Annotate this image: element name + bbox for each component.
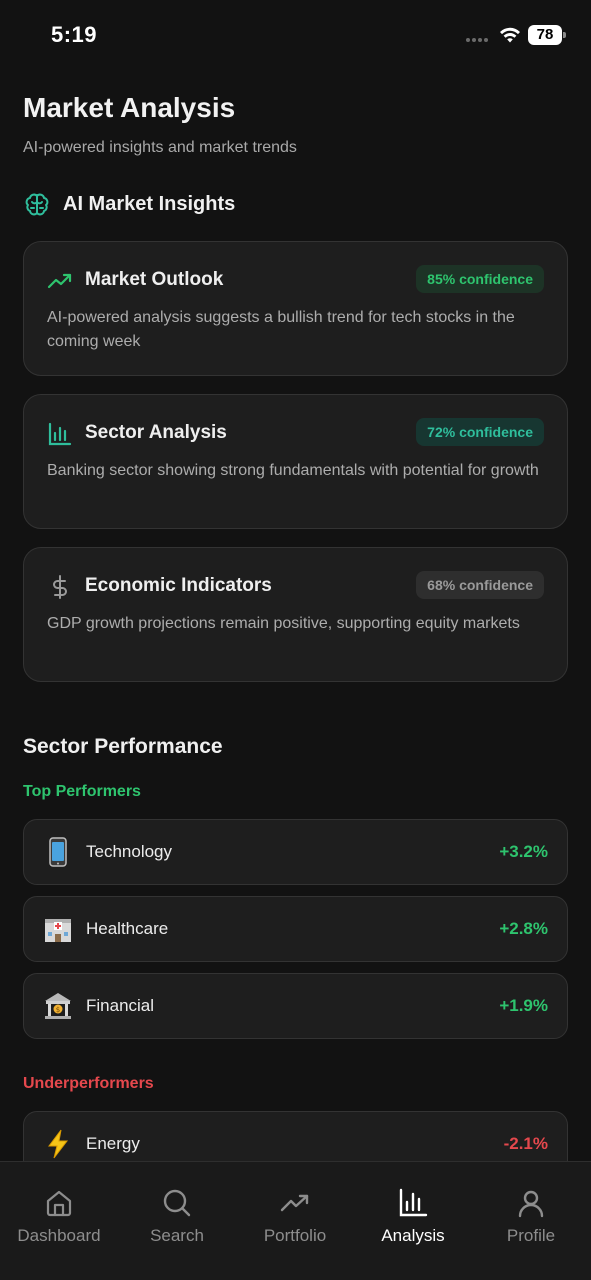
status-time: 5:19 [51, 22, 98, 47]
confidence-badge: 85% confidence [416, 265, 544, 293]
ai-insights-title: AI Market Insights [63, 192, 236, 215]
sector-row-technology[interactable]: Technology +3.2% [23, 819, 568, 885]
sector-name: Technology [86, 842, 173, 861]
sector-change: +2.8% [499, 919, 548, 938]
dollar-icon [53, 575, 67, 599]
search-icon [163, 1189, 191, 1217]
ai-insights-heading: AI Market Insights [23, 190, 235, 218]
bar-chart-icon [399, 1188, 428, 1217]
tab-label: Portfolio [263, 1226, 327, 1245]
brain-icon [25, 193, 49, 216]
insight-title: Economic Indicators [85, 575, 272, 596]
tab-label: Analysis [381, 1226, 445, 1245]
sector-performance-title: Sector Performance [23, 735, 223, 758]
insight-title: Sector Analysis [85, 422, 227, 443]
hospital-icon [45, 919, 71, 942]
trending-up-icon [280, 1194, 309, 1212]
page-title: Market Analysis [23, 92, 236, 123]
confidence-badge: 72% confidence [416, 418, 544, 446]
insight-card-economic-indicators[interactable]: Economic Indicators 68% confidence GDP g… [23, 547, 568, 682]
sector-name: Energy [86, 1134, 140, 1153]
tab-analysis[interactable]: Analysis [354, 1162, 472, 1280]
tab-search[interactable]: Search [118, 1162, 236, 1280]
status-bar: 5:19 78 [0, 0, 591, 72]
sector-row-healthcare[interactable]: Healthcare +2.8% [23, 896, 568, 962]
tab-dashboard[interactable]: Dashboard [0, 1162, 118, 1280]
svg-text:$: $ [56, 1006, 60, 1014]
trending-up-icon [47, 273, 72, 289]
sector-change: +1.9% [499, 996, 548, 1015]
insight-description: GDP growth projections remain positive, … [47, 615, 520, 632]
top-performers-label: Top Performers [23, 783, 141, 800]
sector-name: Financial [86, 996, 155, 1015]
user-icon [518, 1190, 544, 1218]
tab-profile[interactable]: Profile [472, 1162, 590, 1280]
cellular-signal-icon [466, 38, 488, 42]
insight-title: Market Outlook [85, 269, 224, 290]
tab-label: Profile [506, 1226, 556, 1245]
sector-change: +3.2% [499, 842, 548, 861]
home-icon [46, 1190, 72, 1217]
insight-description: AI-powered analysis suggests a bullish t… [47, 309, 515, 350]
sector-change: -2.1% [503, 1134, 548, 1153]
page-subtitle: AI-powered insights and market trends [23, 139, 297, 156]
bar-chart-icon [48, 422, 72, 446]
confidence-badge: 68% confidence [416, 571, 544, 599]
mobile-phone-icon [49, 837, 67, 867]
tab-label: Search [150, 1226, 204, 1245]
sector-row-financial[interactable]: $ Financial +1.9% [23, 973, 568, 1039]
tab-label: Dashboard [17, 1226, 101, 1245]
wifi-icon [500, 27, 520, 43]
insight-card-market-outlook[interactable]: Market Outlook 85% confidence AI-powered… [23, 241, 568, 376]
battery-indicator: 78 [528, 25, 566, 45]
insight-card-sector-analysis[interactable]: Sector Analysis 72% confidence Banking s… [23, 394, 568, 529]
underperformers-label: Underperformers [23, 1075, 154, 1092]
insight-description: Banking sector showing strong fundamenta… [47, 462, 539, 479]
sector-name: Healthcare [86, 919, 169, 938]
bottom-tab-bar: Dashboard Search Portfolio Analysis Prof… [0, 1161, 591, 1280]
lightning-icon [48, 1129, 69, 1159]
tab-portfolio[interactable]: Portfolio [236, 1162, 354, 1280]
battery-level: 78 [536, 26, 554, 43]
bank-icon: $ [45, 993, 71, 1019]
